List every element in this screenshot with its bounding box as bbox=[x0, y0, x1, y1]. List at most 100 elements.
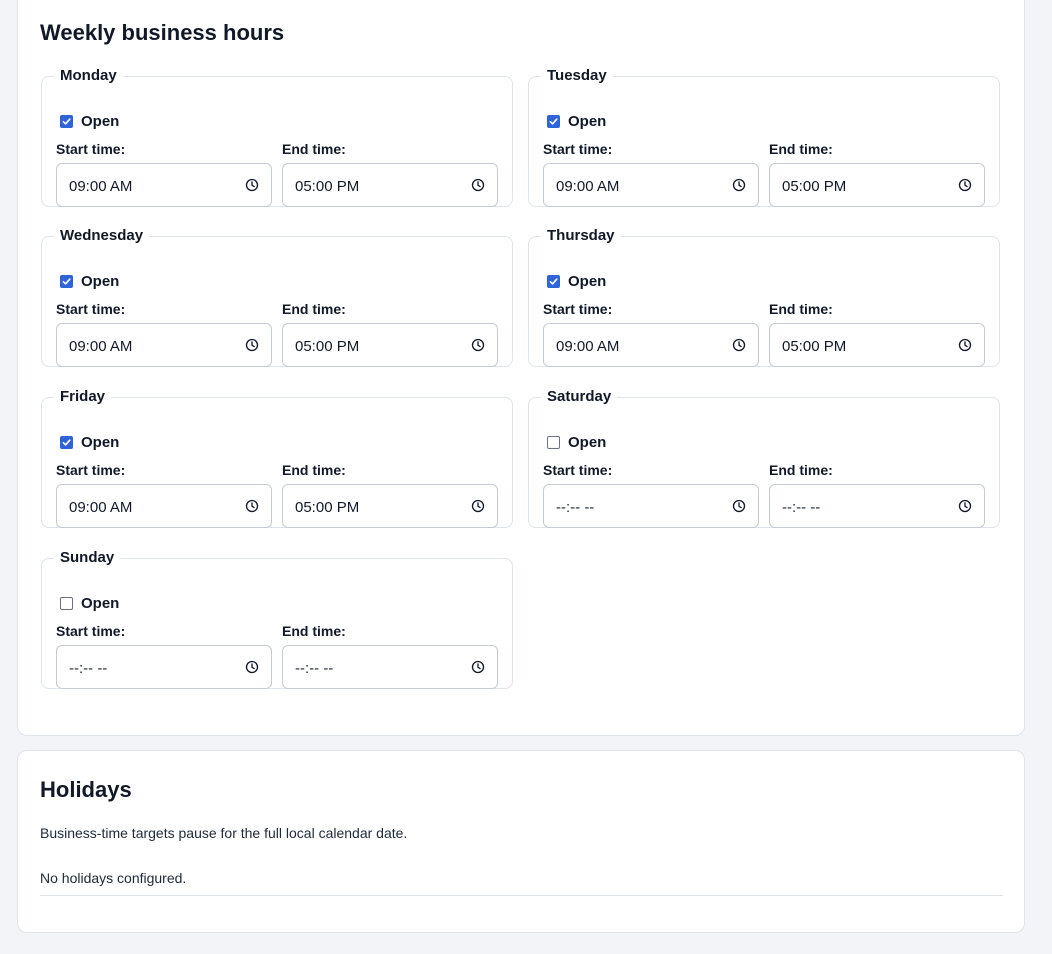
end-time-value: 05:00 PM bbox=[295, 337, 360, 355]
checkmark-icon bbox=[549, 278, 558, 285]
end-time-input[interactable]: 05:00 PM bbox=[282, 484, 498, 528]
clock-icon[interactable] bbox=[471, 660, 485, 674]
open-label: Open bbox=[81, 595, 120, 612]
open-label: Open bbox=[81, 434, 120, 451]
day-monday: Monday Open Start time: End time: 09:00 … bbox=[41, 68, 513, 207]
start-time-label: Start time: bbox=[56, 462, 126, 478]
start-time-value: --:-- -- bbox=[556, 498, 595, 516]
end-time-input[interactable]: --:-- -- bbox=[282, 645, 498, 689]
open-toggle: Open bbox=[547, 434, 606, 451]
checkmark-icon bbox=[62, 278, 71, 285]
open-toggle: Open bbox=[60, 434, 119, 451]
end-time-input[interactable]: 05:00 PM bbox=[769, 323, 985, 367]
start-time-value: 09:00 AM bbox=[69, 498, 133, 516]
end-time-label: End time: bbox=[282, 623, 346, 639]
start-time-label: Start time: bbox=[543, 462, 613, 478]
clock-icon[interactable] bbox=[245, 660, 259, 674]
day-tuesday: Tuesday Open Start time: End time: 09:00… bbox=[528, 68, 1000, 207]
start-time-input[interactable]: 09:00 AM bbox=[56, 163, 272, 207]
start-time-value: 09:00 AM bbox=[69, 177, 133, 195]
day-name: Thursday bbox=[547, 227, 615, 244]
day-sunday: Sunday Open Start time: End time: --:-- … bbox=[41, 550, 513, 689]
holidays-description: Business-time targets pause for the full… bbox=[40, 825, 408, 841]
open-label: Open bbox=[568, 273, 607, 290]
clock-icon[interactable] bbox=[958, 499, 972, 513]
start-time-input[interactable]: --:-- -- bbox=[56, 645, 272, 689]
start-time-label: Start time: bbox=[543, 141, 613, 157]
start-time-value: 09:00 AM bbox=[556, 177, 620, 195]
start-time-label: Start time: bbox=[543, 301, 613, 317]
open-checkbox[interactable] bbox=[547, 275, 560, 288]
day-name: Monday bbox=[60, 67, 117, 84]
clock-icon[interactable] bbox=[245, 499, 259, 513]
clock-icon[interactable] bbox=[245, 338, 259, 352]
day-wednesday: Wednesday Open Start time: End time: 09:… bbox=[41, 228, 513, 367]
end-time-label: End time: bbox=[282, 141, 346, 157]
start-time-label: Start time: bbox=[56, 623, 126, 639]
day-name: Tuesday bbox=[547, 67, 607, 84]
start-time-value: --:-- -- bbox=[69, 659, 108, 677]
end-time-input[interactable]: 05:00 PM bbox=[282, 323, 498, 367]
holidays-title: Holidays bbox=[40, 777, 132, 802]
open-checkbox[interactable] bbox=[60, 436, 73, 449]
weekly-hours-card: Weekly business hours Monday Open Start … bbox=[17, 0, 1025, 736]
end-time-value: 05:00 PM bbox=[782, 337, 847, 355]
clock-icon[interactable] bbox=[732, 178, 746, 192]
open-checkbox[interactable] bbox=[60, 597, 73, 610]
open-label: Open bbox=[81, 273, 120, 290]
open-toggle: Open bbox=[60, 595, 119, 612]
start-time-input[interactable]: 09:00 AM bbox=[543, 323, 759, 367]
clock-icon[interactable] bbox=[471, 499, 485, 513]
start-time-label: Start time: bbox=[56, 301, 126, 317]
holidays-card: Holidays Business-time targets pause for… bbox=[17, 750, 1025, 933]
start-time-input[interactable]: 09:00 AM bbox=[56, 323, 272, 367]
day-name: Wednesday bbox=[60, 227, 144, 244]
clock-icon[interactable] bbox=[471, 338, 485, 352]
end-time-input[interactable]: --:-- -- bbox=[769, 484, 985, 528]
start-time-input[interactable]: 09:00 AM bbox=[56, 484, 272, 528]
start-time-label: Start time: bbox=[56, 141, 126, 157]
start-time-input[interactable]: 09:00 AM bbox=[543, 163, 759, 207]
open-checkbox[interactable] bbox=[60, 115, 73, 128]
checkmark-icon bbox=[62, 118, 71, 125]
clock-icon[interactable] bbox=[471, 178, 485, 192]
end-time-value: 05:00 PM bbox=[295, 498, 360, 516]
day-name: Friday bbox=[60, 388, 106, 405]
checkmark-icon bbox=[549, 118, 558, 125]
start-time-input[interactable]: --:-- -- bbox=[543, 484, 759, 528]
end-time-value: 05:00 PM bbox=[782, 177, 847, 195]
open-checkbox[interactable] bbox=[547, 436, 560, 449]
open-toggle: Open bbox=[547, 113, 606, 130]
end-time-label: End time: bbox=[282, 462, 346, 478]
day-friday: Friday Open Start time: End time: 09:00 … bbox=[41, 389, 513, 528]
clock-icon[interactable] bbox=[732, 499, 746, 513]
open-checkbox[interactable] bbox=[60, 275, 73, 288]
end-time-label: End time: bbox=[769, 141, 833, 157]
end-time-label: End time: bbox=[282, 301, 346, 317]
day-name: Sunday bbox=[60, 549, 115, 566]
open-checkbox[interactable] bbox=[547, 115, 560, 128]
end-time-value: --:-- -- bbox=[295, 659, 334, 677]
day-thursday: Thursday Open Start time: End time: 09:0… bbox=[528, 228, 1000, 367]
holidays-empty-state: No holidays configured. bbox=[40, 870, 187, 886]
end-time-value: 05:00 PM bbox=[295, 177, 360, 195]
checkmark-icon bbox=[62, 439, 71, 446]
open-toggle: Open bbox=[547, 273, 606, 290]
open-label: Open bbox=[81, 113, 120, 130]
end-time-label: End time: bbox=[769, 462, 833, 478]
end-time-input[interactable]: 05:00 PM bbox=[282, 163, 498, 207]
end-time-input[interactable]: 05:00 PM bbox=[769, 163, 985, 207]
day-name: Saturday bbox=[547, 388, 612, 405]
weekly-hours-title: Weekly business hours bbox=[40, 20, 285, 45]
open-label: Open bbox=[568, 113, 607, 130]
clock-icon[interactable] bbox=[732, 338, 746, 352]
end-time-value: --:-- -- bbox=[782, 498, 821, 516]
day-saturday: Saturday Open Start time: End time: --:-… bbox=[528, 389, 1000, 528]
clock-icon[interactable] bbox=[958, 338, 972, 352]
open-toggle: Open bbox=[60, 113, 119, 130]
holidays-divider bbox=[40, 895, 1003, 896]
start-time-value: 09:00 AM bbox=[69, 337, 133, 355]
clock-icon[interactable] bbox=[245, 178, 259, 192]
clock-icon[interactable] bbox=[958, 178, 972, 192]
open-toggle: Open bbox=[60, 273, 119, 290]
